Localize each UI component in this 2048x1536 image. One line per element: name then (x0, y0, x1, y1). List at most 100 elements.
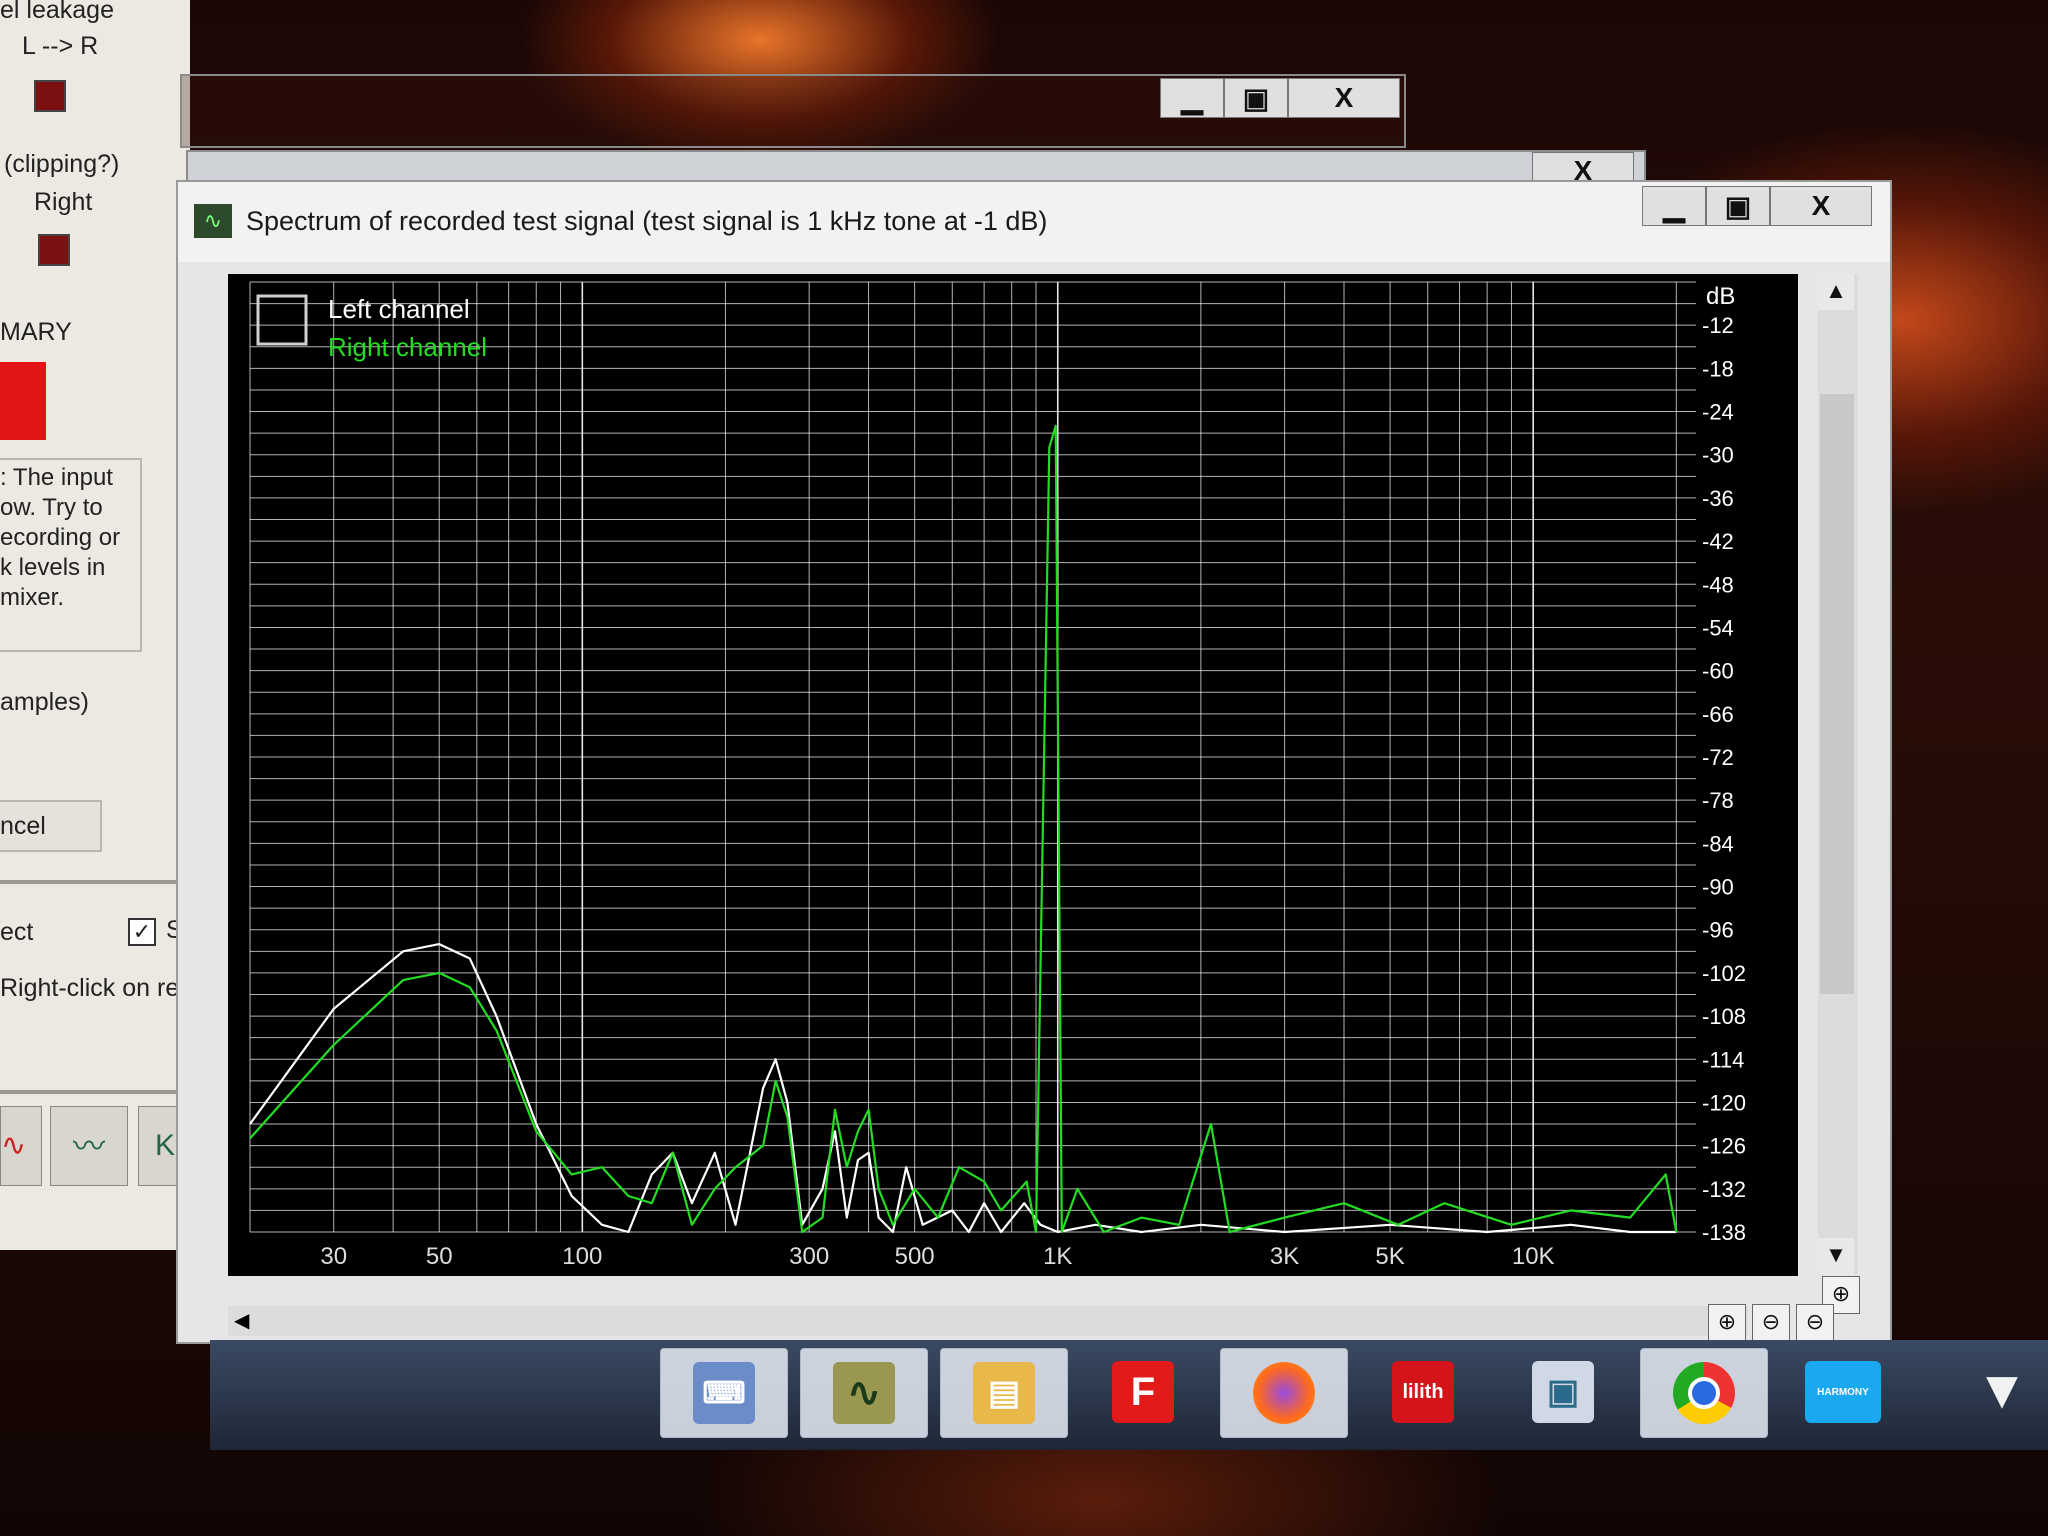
spectrum-window: ∿ Spectrum of recorded test signal (test… (176, 180, 1892, 1344)
taskbar-keyboard[interactable]: ⌨ (660, 1348, 788, 1438)
x-tick-label: 10K (1512, 1243, 1555, 1270)
taskbar-firefox[interactable] (1220, 1348, 1348, 1438)
clipping-indicator (38, 234, 70, 266)
vertical-scrollbar[interactable]: ▲ ▼ (1818, 274, 1858, 1274)
taskbar-harmony[interactable]: HARMONY (1780, 1348, 1906, 1436)
cancel-button[interactable]: ncel (0, 800, 102, 852)
foxit-icon: F (1112, 1361, 1174, 1423)
zoom-reset-icon[interactable]: ⊖ (1796, 1304, 1834, 1342)
y-tick-label: -48 (1702, 572, 1734, 597)
samples-label: amples) (0, 688, 89, 716)
toolbar-waveform-red-button[interactable]: ∿ (0, 1106, 42, 1186)
window-title: Spectrum of recorded test signal (test s… (246, 206, 1048, 236)
legend-right-channel: Right channel (328, 332, 487, 362)
fox-mascot-icon: ▼ (1975, 1360, 2029, 1420)
divider (0, 880, 190, 884)
taskbar-file-explorer[interactable]: ▤ (940, 1348, 1068, 1438)
y-tick-label: -96 (1702, 918, 1734, 943)
y-tick-label: -36 (1702, 486, 1734, 511)
message-line: mixer. (0, 584, 65, 611)
background-window-1-controls: ▁ ▣ X (1160, 78, 1400, 118)
message-line: k levels in (0, 554, 106, 581)
zoom-out-icon[interactable]: ⊖ (1752, 1304, 1790, 1342)
leakage-indicator (34, 80, 66, 112)
x-tick-label: 1K (1043, 1243, 1072, 1270)
y-axis-unit: dB (1706, 283, 1735, 310)
summary-label: MARY (0, 318, 72, 346)
scroll-left-arrow-icon[interactable]: ◀ (234, 1308, 249, 1333)
close-button[interactable]: X (1288, 78, 1400, 118)
scrollbar-thumb[interactable] (1820, 394, 1854, 994)
title-bar: ∿ Spectrum of recorded test signal (test… (178, 182, 1890, 262)
y-tick-label: -120 (1702, 1090, 1746, 1115)
y-tick-label: -12 (1702, 313, 1734, 338)
x-axis-unit: Hz (1730, 1273, 1759, 1276)
cancel-label: ncel (0, 812, 46, 840)
hint-text: Right-click on resu (0, 974, 206, 1002)
y-tick-label: -102 (1702, 961, 1746, 986)
message-line: ecording or (0, 524, 121, 551)
y-tick-label: -108 (1702, 1004, 1746, 1029)
toolbar-waveform-button[interactable]: 〰 (50, 1106, 128, 1186)
x-tick-label: 500 (895, 1243, 935, 1270)
clipping-label: (clipping?) (4, 150, 120, 178)
harmony-icon: HARMONY (1805, 1361, 1881, 1423)
y-tick-label: -138 (1702, 1220, 1746, 1245)
x-tick-label: 50 (426, 1243, 453, 1270)
taskbar: ⌨ ∿ ▤ F lilith ▣ HARMONY ▼ (210, 1340, 2048, 1450)
y-tick-label: -72 (1702, 745, 1734, 770)
window-controls: ▁ ▣ X (1642, 186, 1872, 226)
message-box: : The input ow. Try to ecording or k lev… (0, 458, 142, 652)
select-label: ect (0, 918, 34, 946)
close-button[interactable]: X (1770, 186, 1872, 226)
y-tick-label: -66 (1702, 702, 1734, 727)
background-window-1: ▁ ▣ X (180, 74, 1406, 148)
window-icon: ▣ (1532, 1361, 1594, 1423)
taskbar-spectrum-app[interactable]: ∿ (800, 1348, 928, 1438)
select-checkbox[interactable]: ✓ (128, 918, 156, 946)
spectrum-plot: -12 -18 -24 -30 -36 -42 -48 -54 -60 -66 -72 -78 -84 -… (228, 274, 1798, 1276)
left-app-window: el leakage L --> R (clipping?) Right MAR… (0, 0, 206, 1250)
maximize-button[interactable]: ▣ (1224, 78, 1288, 118)
maximize-button[interactable]: ▣ (1706, 186, 1770, 226)
y-tick-label: -114 (1702, 1047, 1744, 1072)
y-tick-label: -126 (1702, 1134, 1746, 1159)
taskbar-lilith[interactable]: lilith (1360, 1348, 1486, 1436)
x-tick-label: 100 (562, 1243, 602, 1270)
zoom-in-icon[interactable]: ⊕ (1708, 1304, 1746, 1342)
spectrum-app-icon: ∿ (194, 204, 232, 238)
leakage-label: el leakage (0, 0, 114, 24)
y-tick-label: -84 (1702, 831, 1734, 856)
x-tick-label: 3K (1270, 1243, 1299, 1270)
taskbar-foxit[interactable]: F (1080, 1348, 1206, 1436)
taskbar-window[interactable]: ▣ (1500, 1348, 1626, 1436)
leakage-direction: L --> R (22, 32, 99, 60)
y-tick-label: -54 (1702, 615, 1734, 640)
minimize-button[interactable]: ▁ (1642, 186, 1706, 226)
x-tick-label: 300 (789, 1243, 829, 1270)
spectrum-chart: -12 -18 -24 -30 -36 -42 -48 -54 -60 -66 -72 -78 -84 -… (249, 281, 1759, 1276)
legend-left-channel: Left channel (328, 294, 470, 324)
y-tick-label: -78 (1702, 788, 1734, 813)
message-line: : The input (0, 464, 113, 491)
minimize-button[interactable]: ▁ (1160, 78, 1224, 118)
y-tick-label: -132 (1702, 1177, 1746, 1202)
chrome-icon (1673, 1362, 1735, 1424)
firefox-icon (1253, 1362, 1315, 1424)
divider (0, 1090, 190, 1094)
x-tick-label: 30 (320, 1243, 347, 1270)
scroll-down-arrow-icon[interactable]: ▼ (1818, 1238, 1854, 1274)
lilith-icon: lilith (1392, 1361, 1454, 1423)
y-tick-label: -42 (1702, 529, 1734, 554)
summary-indicator (0, 362, 46, 440)
y-tick-label: -24 (1702, 400, 1734, 425)
scroll-up-arrow-icon[interactable]: ▲ (1818, 274, 1854, 310)
x-tick-label: 5K (1375, 1243, 1404, 1270)
clipping-side: Right (34, 188, 93, 216)
taskbar-chrome[interactable] (1640, 1348, 1768, 1438)
y-tick-label: -30 (1702, 443, 1734, 468)
keyboard-icon: ⌨ (693, 1362, 755, 1424)
y-tick-label: -90 (1702, 875, 1734, 900)
right-channel-line (249, 424, 1678, 1234)
horizontal-scrollbar[interactable]: ◀ ▶ (228, 1306, 1748, 1336)
